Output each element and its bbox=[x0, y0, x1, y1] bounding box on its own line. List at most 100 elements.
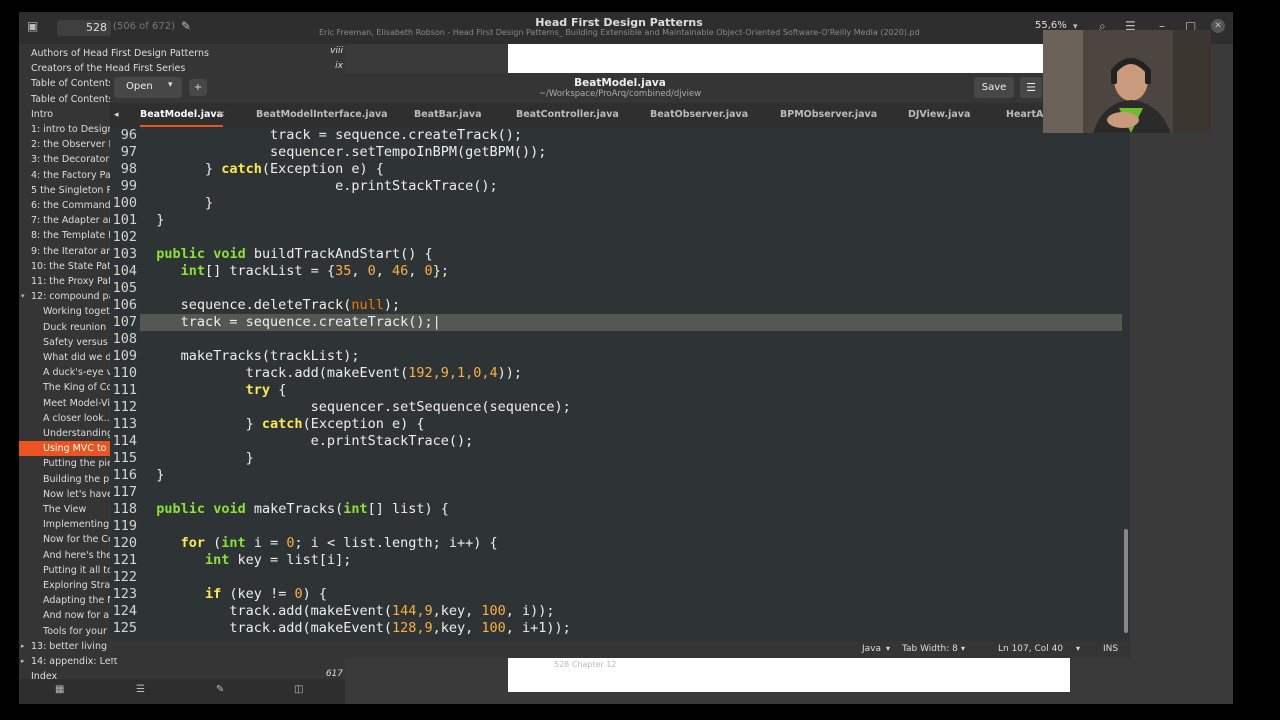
toc-item-label: What did we do bbox=[43, 352, 118, 363]
toc-item-label: 9: the Iterator and bbox=[31, 245, 119, 257]
line-number: 123 bbox=[112, 586, 137, 602]
language-select[interactable]: Java bbox=[862, 644, 881, 654]
code-line: int[] trackList = {35, 0, 46, 0}; bbox=[180, 263, 449, 279]
pdf-subtitle: Eric Freeman, Elisabeth Robson - Head Fi… bbox=[319, 28, 919, 37]
thumbnails-icon[interactable]: ▦ bbox=[55, 684, 64, 695]
open-button-label: Open bbox=[126, 81, 153, 92]
code-line: track.add(makeEvent(128,9,key, 100, i+1)… bbox=[140, 620, 571, 636]
new-tab-icon[interactable]: + bbox=[189, 79, 207, 96]
tab-bpmobserver[interactable]: BPMObserver.java bbox=[780, 103, 877, 127]
code-line: sequence.deleteTrack(null); bbox=[140, 297, 401, 313]
line-number: 121 bbox=[112, 552, 137, 568]
line-number: 101 bbox=[112, 212, 137, 228]
expand-right-icon[interactable]: ▸ bbox=[21, 639, 25, 654]
tab-beatmodel[interactable]: BeatModel.java bbox=[140, 103, 223, 127]
toc-item-label: Now for the Co bbox=[43, 534, 114, 546]
toc-item-label: Tools for your D bbox=[43, 625, 118, 637]
code-line: } bbox=[140, 195, 214, 211]
line-number: 110 bbox=[112, 365, 137, 381]
line-number: 105 bbox=[112, 280, 137, 296]
tab-beatbar[interactable]: BeatBar.java bbox=[414, 103, 482, 127]
hamburger-menu-icon[interactable]: ☰ bbox=[1020, 77, 1042, 98]
line-number: 103 bbox=[112, 246, 137, 262]
code-line: sequencer.setSequence(sequence); bbox=[140, 399, 571, 415]
status-bar: Java ▾ Tab Width: 8 ▾ Ln 107, Col 40 ▾ I… bbox=[110, 641, 1130, 658]
toc-item-label: 13: better living w bbox=[31, 640, 118, 652]
page-number-input[interactable]: 528 bbox=[57, 20, 111, 36]
webcam-overlay bbox=[1043, 30, 1211, 133]
annotations-icon[interactable]: ✎ bbox=[216, 684, 224, 695]
close-icon[interactable]: ✕ bbox=[1211, 19, 1225, 33]
expand-down-icon[interactable]: ▾ bbox=[21, 289, 25, 304]
toc-item-label: Duck reunion bbox=[43, 321, 107, 333]
line-number-gutter: 96 97 98 99 100 101 102 103 104 105 106 107 108 109 11… bbox=[110, 127, 138, 641]
line-number: 107 bbox=[112, 314, 137, 330]
toc-item-label: Authors of Head First Design Patterns bbox=[31, 48, 209, 59]
chevron-down-icon[interactable]: ▾ bbox=[961, 644, 965, 653]
line-number: 112 bbox=[112, 399, 137, 415]
line-number: 96 bbox=[120, 127, 137, 143]
toc-item-label: Using MVC to c bbox=[43, 443, 115, 455]
line-number: 102 bbox=[112, 229, 137, 245]
toc-item-label: Understanding bbox=[43, 428, 113, 439]
tab-djview[interactable]: DJView.java bbox=[908, 103, 970, 127]
toc-item-label: 7: the Adapter and bbox=[31, 215, 121, 227]
line-number: 115 bbox=[112, 450, 137, 466]
chevron-down-icon[interactable]: ▾ bbox=[1076, 644, 1080, 653]
tab-scroll-left-icon[interactable]: ◂ bbox=[114, 103, 119, 127]
toc-item-label: Putting it all to bbox=[43, 564, 113, 576]
toc-item-label: Exploring Strat bbox=[43, 580, 114, 591]
toc-item-label: Intro bbox=[31, 108, 54, 120]
toc-item-label: Building the pie bbox=[43, 473, 118, 485]
toc-item-label: And here's the i bbox=[43, 549, 118, 561]
page-footer: 528 Chapter 12 bbox=[554, 660, 617, 669]
toc-item-label: Meet Model-Vie bbox=[43, 397, 116, 409]
toc-item[interactable]: Authors of Head First Design Patterns bbox=[31, 46, 319, 61]
outline-icon[interactable]: ☰ bbox=[136, 684, 145, 695]
toc-item-label: Implementing t bbox=[43, 519, 116, 531]
tab-beatcontroller[interactable]: BeatController.java bbox=[516, 103, 619, 127]
tab-beatmodelinterface[interactable]: BeatModelInterface.java bbox=[256, 103, 388, 127]
cursor-position[interactable]: Ln 107, Col 40 bbox=[998, 644, 1063, 654]
tab-width-select[interactable]: Tab Width: 8 bbox=[902, 644, 958, 654]
toc-item-label: The King of Con bbox=[43, 382, 119, 394]
sidebar-toggle-icon[interactable]: ▣ bbox=[27, 19, 38, 33]
chevron-down-icon[interactable]: ▾ bbox=[168, 80, 173, 90]
code-line: e.printStackTrace(); bbox=[140, 433, 474, 449]
toc-item-label: The View bbox=[43, 504, 87, 515]
code-line: sequencer.setTempoInBPM(getBPM()); bbox=[140, 144, 547, 160]
toc-item-label: A closer look... bbox=[43, 412, 113, 424]
open-button[interactable]: Open ▾ bbox=[114, 77, 182, 98]
tab-beatobserver[interactable]: BeatObserver.java bbox=[650, 103, 748, 127]
vertical-scrollbar[interactable] bbox=[1124, 529, 1128, 633]
line-number: 109 bbox=[112, 348, 137, 364]
line-number: 106 bbox=[112, 297, 137, 313]
code-editor[interactable]: 96 97 98 99 100 101 102 103 104 105 106 107 108 109 11… bbox=[110, 127, 1130, 641]
chevron-down-icon[interactable]: ▾ bbox=[886, 644, 890, 653]
save-button[interactable]: Save bbox=[974, 77, 1014, 98]
code-line: for (int i = 0; i < list.length; i++) { bbox=[180, 535, 498, 551]
line-number: 99 bbox=[120, 178, 137, 194]
toc-item-page: viii bbox=[330, 46, 343, 56]
line-number: 100 bbox=[112, 195, 137, 211]
layers-icon[interactable]: ◫ bbox=[294, 684, 303, 695]
editor-header-bar: Open ▾ + BeatModel.java ~/Workspace/ProA… bbox=[110, 73, 1130, 103]
code-line: try { bbox=[245, 382, 287, 398]
toc-item-label: Putting the piec bbox=[43, 458, 119, 470]
expand-right-icon[interactable]: ▸ bbox=[21, 654, 25, 669]
line-number: 108 bbox=[112, 331, 137, 347]
document-title: BeatModel.java bbox=[574, 77, 666, 89]
close-tab-icon[interactable]: ✕ bbox=[218, 103, 226, 127]
toc-item-label: 3: the Decorator P bbox=[31, 154, 118, 166]
line-number: 98 bbox=[120, 161, 137, 177]
toc-item-label: 8: the Template M bbox=[31, 230, 117, 242]
toc-item-label: Safety versus tr bbox=[43, 336, 119, 348]
toc-item-label: 2: the Observer Pa bbox=[31, 139, 120, 151]
toc-item-label: Adapting the M bbox=[43, 595, 116, 607]
toc-item-label: 1: intro to Design P bbox=[31, 124, 123, 135]
toc-item-label: 5 the Singleton Pa bbox=[31, 184, 118, 196]
insert-mode: INS bbox=[1103, 644, 1119, 654]
line-number: 116 bbox=[112, 467, 137, 483]
toc-item-label: 10: the State Patte bbox=[31, 260, 121, 272]
annotate-icon[interactable]: ✎ bbox=[181, 19, 191, 33]
